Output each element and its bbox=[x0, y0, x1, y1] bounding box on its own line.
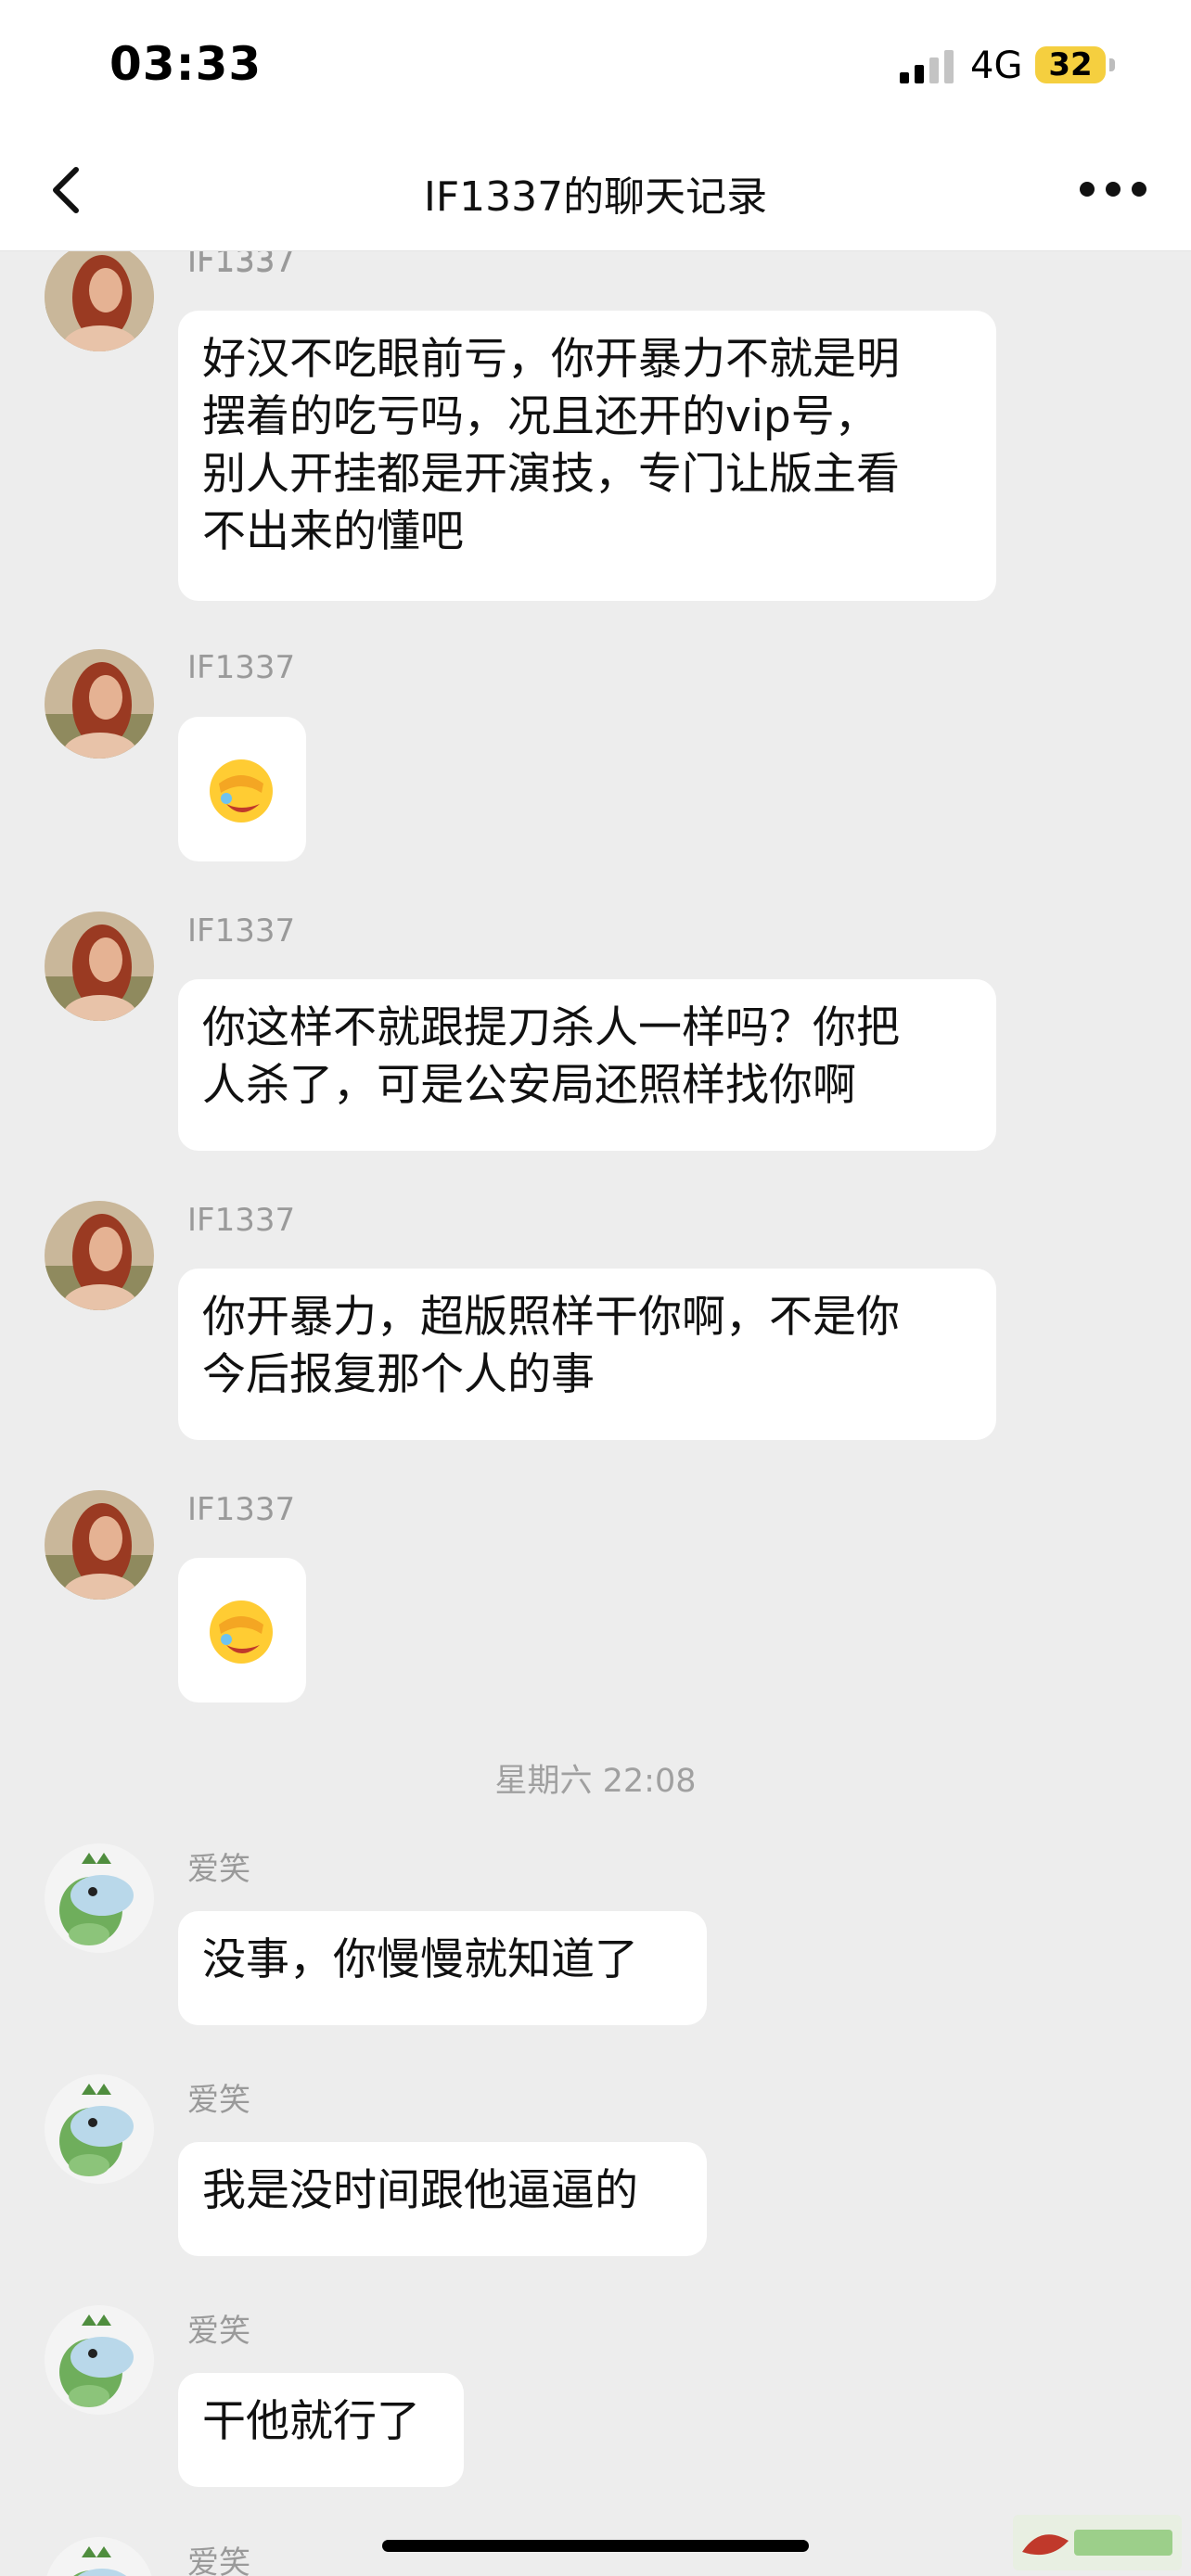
sender-name: 爱笑 bbox=[187, 2082, 250, 2119]
avatar[interactable] bbox=[45, 2305, 154, 2415]
avatar[interactable] bbox=[45, 1843, 154, 1953]
sender-name: IF1337 bbox=[187, 1491, 296, 1528]
avatar[interactable] bbox=[45, 1490, 154, 1600]
message-line: 人杀了，可是公安局还照样找你啊 bbox=[202, 1060, 856, 1111]
message-line: 摆着的吃亏吗，况且还开的vip号， bbox=[202, 391, 878, 442]
status-bar-overlay: 03:33 4G 32 bbox=[0, 0, 1191, 130]
ellipsis-icon[interactable] bbox=[1076, 171, 1150, 208]
avatar-photo-image bbox=[45, 1201, 154, 1310]
battery-cap bbox=[1109, 58, 1115, 71]
nav-bar-overlay: IF1337的聊天记录 bbox=[0, 130, 1191, 251]
avatar[interactable] bbox=[45, 2074, 154, 2184]
page-title: IF1337的聊天记录 bbox=[423, 173, 768, 221]
chat-history-screen: 03:33 4G 32 IF1337的聊天记录 bbox=[0, 0, 1191, 2576]
message-line: 不出来的懂吧 bbox=[202, 506, 464, 557]
avatar-photo-image bbox=[45, 1490, 154, 1600]
message-bubble[interactable]: 你这样不就跟提刀杀人一样吗？你把 人杀了，可是公安局还照样找你啊 bbox=[178, 979, 996, 1151]
avatar[interactable] bbox=[45, 1201, 154, 1310]
avatar[interactable] bbox=[45, 251, 154, 353]
message-bubble[interactable]: 干他就行了 bbox=[178, 2373, 464, 2487]
message-line: 没事，你慢慢就知道了 bbox=[202, 1934, 638, 1985]
avatar-cartoon-image bbox=[45, 1843, 154, 1953]
avatar[interactable] bbox=[45, 912, 154, 1021]
message-bubble[interactable]: 没事，你慢慢就知道了 bbox=[178, 1911, 707, 2025]
avatar-cartoon-image bbox=[45, 2537, 154, 2576]
sender-name: IF1337 bbox=[187, 1202, 296, 1239]
message-line: 你开暴力，超版照样干你啊，不是你 bbox=[202, 1292, 900, 1343]
sender-name: IF1337 bbox=[187, 912, 296, 950]
watermark-logo-icon bbox=[1013, 2515, 1182, 2570]
avatar-photo-image bbox=[45, 912, 154, 1021]
message-line: 别人开挂都是开演技，专门让版主看 bbox=[202, 449, 900, 500]
message-bubble[interactable] bbox=[178, 1558, 306, 1702]
network-type: 4G bbox=[970, 45, 1023, 87]
message-line: 我是没时间跟他逼逼的 bbox=[202, 2165, 638, 2216]
message-line: 好汉不吃眼前亏，你开暴力不就是明 bbox=[202, 334, 900, 385]
message-bubble[interactable]: 好汉不吃眼前亏，你开暴力不就是明 摆着的吃亏吗，况且还开的vip号， 别人开挂都… bbox=[178, 311, 996, 601]
avatar-photo-image bbox=[45, 251, 154, 353]
avatar[interactable] bbox=[45, 2537, 154, 2576]
avatar-cartoon-image bbox=[45, 2074, 154, 2184]
sender-name: 爱笑 bbox=[187, 2544, 250, 2576]
chevron-left-icon[interactable] bbox=[41, 162, 96, 218]
sender-name: IF1337 bbox=[187, 649, 296, 686]
battery-icon: 32 bbox=[1035, 46, 1106, 83]
facepalm-emoji-icon bbox=[210, 1600, 273, 1664]
status-time: 03:33 bbox=[109, 37, 263, 91]
signal-icon bbox=[900, 50, 954, 83]
message-bubble[interactable]: 你开暴力，超版照样干你啊，不是你 今后报复那个人的事 bbox=[178, 1269, 996, 1440]
sender-name: 爱笑 bbox=[187, 1851, 250, 1888]
sender-name: IF1337 bbox=[187, 251, 296, 279]
message-bubble[interactable]: 我是没时间跟他逼逼的 bbox=[178, 2142, 707, 2256]
message-line: 今后报复那个人的事 bbox=[202, 1349, 595, 1400]
message-line: 干他就行了 bbox=[202, 2396, 420, 2447]
avatar-cartoon-image bbox=[45, 2305, 154, 2415]
avatar[interactable] bbox=[45, 649, 154, 759]
timestamp-divider: 星期六 22:08 bbox=[494, 1763, 697, 1800]
message-line: 你这样不就跟提刀杀人一样吗？你把 bbox=[202, 1002, 900, 1053]
facepalm-emoji-icon bbox=[210, 759, 273, 823]
sender-name: 爱笑 bbox=[187, 2313, 250, 2350]
avatar-photo-image bbox=[45, 649, 154, 759]
home-indicator[interactable] bbox=[382, 2540, 809, 2552]
message-bubble[interactable] bbox=[178, 717, 306, 861]
battery-level: 32 bbox=[1048, 46, 1093, 83]
